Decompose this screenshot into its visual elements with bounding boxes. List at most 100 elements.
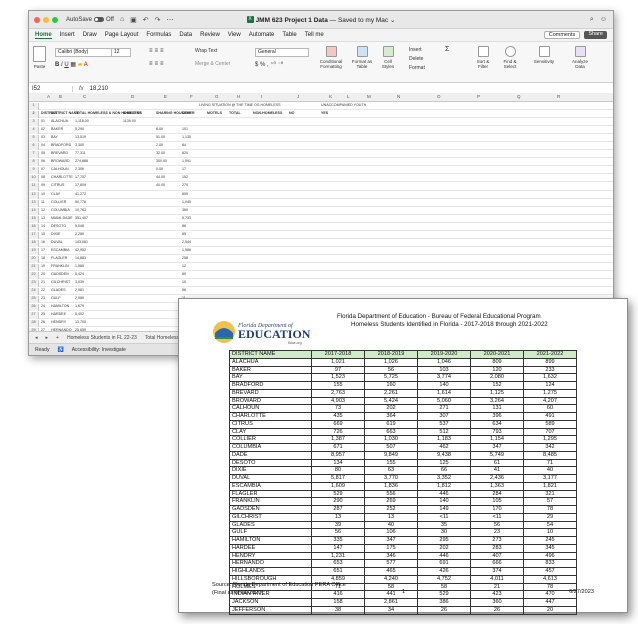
table-cell[interactable]: 18 xyxy=(41,256,45,260)
currency-icon[interactable]: $ xyxy=(255,62,258,68)
table-cell[interactable]: 05 xyxy=(41,151,45,155)
paste-button[interactable]: Paste xyxy=(33,46,46,69)
row-number[interactable]: 20 xyxy=(29,255,39,263)
table-cell[interactable]: 65 xyxy=(182,232,186,236)
table-cell[interactable]: 270 xyxy=(182,183,188,187)
table-cell[interactable]: 10 xyxy=(41,192,45,196)
table-cell[interactable]: CITRUS xyxy=(51,183,64,187)
row-number[interactable]: 19 xyxy=(29,247,39,255)
table-cell[interactable]: 19 xyxy=(41,264,45,268)
table-cell[interactable]: 51.00 xyxy=(156,135,165,139)
sort-filter-button[interactable]: Sort & Filter xyxy=(473,46,493,69)
table-cell[interactable]: 152 xyxy=(182,175,188,179)
table-cell[interactable]: 13 xyxy=(41,216,45,220)
table-cell[interactable]: HENDRY xyxy=(51,320,66,324)
table-cell[interactable]: 01 xyxy=(41,119,45,123)
increase-decimal-icon[interactable]: ⁺⁰ xyxy=(270,62,276,68)
table-cell[interactable]: 14,883 xyxy=(75,256,86,260)
tab-review[interactable]: Review xyxy=(200,32,220,38)
undo-icon[interactable]: ↶ xyxy=(143,16,149,24)
table-cell[interactable]: 1,679 xyxy=(75,304,84,308)
table-cell[interactable]: 25 xyxy=(41,312,45,316)
percent-icon[interactable]: % xyxy=(260,62,265,68)
fill-color-icon[interactable]: ▰ xyxy=(78,62,83,68)
table-cell[interactable]: 21 xyxy=(41,280,45,284)
table-cell[interactable]: GULF xyxy=(51,296,61,300)
sheet-tab-homeless-students[interactable]: Homeless Students in FL 22-23 xyxy=(67,335,137,341)
format-as-table-button[interactable]: Format as Table xyxy=(351,46,373,69)
table-cell[interactable]: 17 xyxy=(182,167,186,171)
table-cell[interactable]: 300.00 xyxy=(156,159,167,163)
table-cell[interactable]: 8.00 xyxy=(156,127,163,131)
table-cell[interactable]: 20 xyxy=(41,272,45,276)
tab-data[interactable]: Data xyxy=(179,32,192,38)
table-cell[interactable]: 143,081 xyxy=(75,240,88,244)
table-cell[interactable]: BAY xyxy=(51,135,58,139)
table-cell[interactable]: CLAY xyxy=(51,192,60,196)
font-name-select[interactable]: Calibri (Body) xyxy=(55,48,113,57)
table-cell[interactable]: DUVAL xyxy=(51,240,63,244)
table-cell[interactable]: 5,290 xyxy=(75,127,84,131)
table-cell[interactable]: 24 xyxy=(41,304,45,308)
table-cell[interactable]: ALACHUA xyxy=(51,119,68,123)
insert-cells-button[interactable]: Insert xyxy=(409,46,425,55)
tab-draw[interactable]: Draw xyxy=(83,32,97,38)
table-cell[interactable]: BREVARD xyxy=(51,151,68,155)
table-cell[interactable]: 10 xyxy=(182,280,186,284)
table-cell[interactable]: CHARLOTTE xyxy=(51,175,73,179)
table-cell[interactable]: 17,609 xyxy=(75,183,86,187)
row-number[interactable]: 17 xyxy=(29,231,39,239)
table-cell[interactable]: 2.00 xyxy=(156,143,163,147)
table-cell[interactable]: 609 xyxy=(182,192,188,196)
row-number[interactable]: 7 xyxy=(29,151,39,159)
bold-button[interactable]: B xyxy=(55,62,59,68)
table-cell[interactable]: 3,300 xyxy=(75,143,84,147)
save-icon[interactable]: ▣ xyxy=(130,16,137,24)
align-bottom-icon[interactable]: ≡ xyxy=(160,48,166,54)
table-cell[interactable]: 50,776 xyxy=(75,200,86,204)
row-number[interactable]: 28 xyxy=(29,320,39,328)
autosave-control[interactable]: AutoSave Off xyxy=(66,17,114,23)
borders-icon[interactable]: ▦ xyxy=(70,62,76,68)
table-cell[interactable]: 12 xyxy=(182,264,186,268)
row-number[interactable]: 27 xyxy=(29,312,39,320)
tab-view[interactable]: View xyxy=(228,32,241,38)
table-cell[interactable]: 22 xyxy=(41,288,45,292)
fx-icon[interactable]: fx xyxy=(73,86,90,92)
table-cell[interactable]: 02 xyxy=(41,127,45,131)
format-cells-button[interactable]: Format xyxy=(409,64,425,73)
table-cell[interactable]: 3,039 xyxy=(75,280,84,284)
table-cell[interactable]: 1139.00 xyxy=(123,119,136,123)
table-cell[interactable]: DIXIE xyxy=(51,232,60,236)
row-number[interactable]: 22 xyxy=(29,271,39,280)
table-cell[interactable]: 69 xyxy=(182,272,186,276)
column-header-o[interactable]: O xyxy=(437,94,441,99)
table-cell[interactable]: 17,757 xyxy=(75,175,86,179)
column-header-r[interactable]: R xyxy=(557,94,560,99)
table-cell[interactable]: 12 xyxy=(41,208,45,212)
column-header-f[interactable]: F xyxy=(190,94,193,99)
comments-button[interactable]: Comments xyxy=(543,31,581,39)
table-cell[interactable]: 84 xyxy=(182,143,186,147)
row-number[interactable]: 24 xyxy=(29,288,39,296)
row-number[interactable]: 8 xyxy=(29,159,39,167)
header-cell[interactable]: SHELTERS xyxy=(123,111,142,115)
table-cell[interactable]: COLUMBIA xyxy=(51,208,70,212)
table-cell[interactable]: 274,888 xyxy=(75,159,88,163)
row-number[interactable]: 3 xyxy=(29,119,39,127)
row-number[interactable]: 21 xyxy=(29,263,39,271)
tab-page-layout[interactable]: Page Layout xyxy=(105,32,139,38)
table-cell[interactable]: 06 xyxy=(41,159,45,163)
table-cell[interactable]: 1,135 xyxy=(182,135,191,139)
row-number[interactable]: 18 xyxy=(29,239,39,247)
table-cell[interactable]: GADSDEN xyxy=(51,272,69,276)
table-cell[interactable]: COLLIER xyxy=(51,200,66,204)
column-header-a[interactable]: A xyxy=(47,94,50,99)
name-box[interactable]: I52 xyxy=(29,85,73,92)
table-cell[interactable]: 5,733 xyxy=(182,216,191,220)
column-header-p[interactable]: P xyxy=(477,94,480,99)
table-cell[interactable]: 2,089 xyxy=(75,296,84,300)
table-cell[interactable]: DESOTO xyxy=(51,224,66,228)
table-cell[interactable]: FLAGLER xyxy=(51,256,67,260)
row-number[interactable]: 1 xyxy=(29,103,39,111)
